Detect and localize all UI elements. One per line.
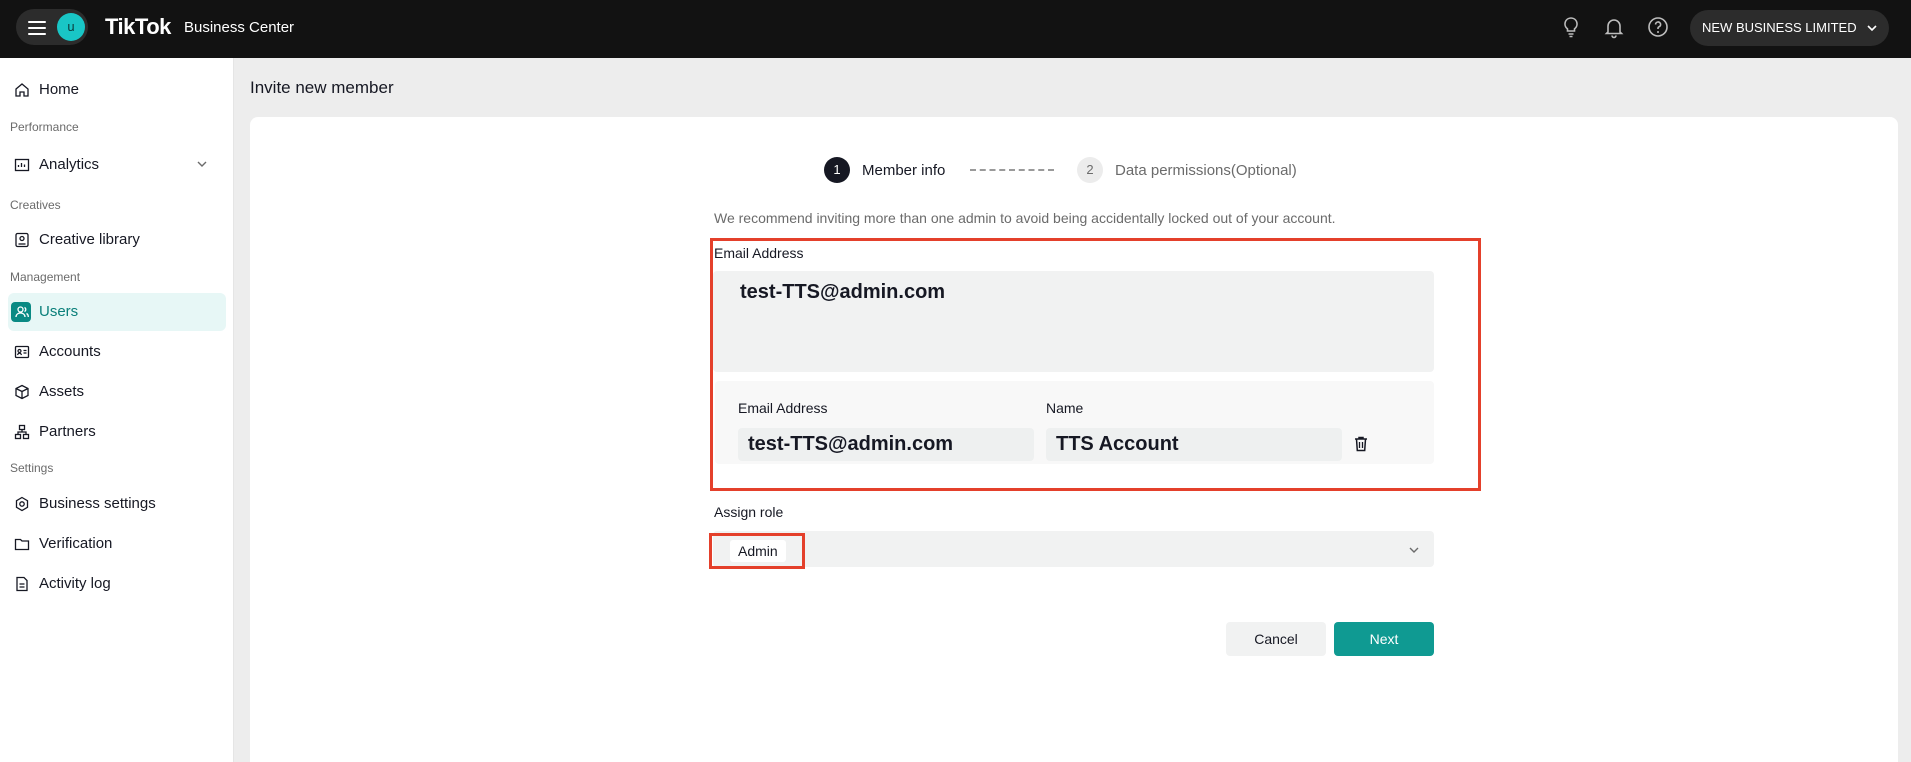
creative-library-icon bbox=[15, 232, 29, 248]
stepper-divider bbox=[970, 169, 1054, 171]
sidebar-item-users[interactable]: Users bbox=[8, 293, 226, 331]
row-name-label: Name bbox=[1046, 400, 1084, 416]
avatar[interactable]: u bbox=[57, 13, 85, 41]
highlight-role-tag bbox=[709, 533, 805, 569]
sidebar-item-analytics[interactable]: Analytics bbox=[8, 146, 226, 184]
sidebar-item-label: Analytics bbox=[39, 156, 100, 173]
chevron-down-icon bbox=[1867, 25, 1877, 32]
admin-hint: We recommend inviting more than one admi… bbox=[714, 210, 1336, 226]
business-switcher[interactable]: NEW BUSINESS LIMITED bbox=[1690, 10, 1889, 46]
sidebar-item-activity-log[interactable]: Activity log bbox=[8, 565, 226, 603]
cube-icon bbox=[15, 384, 29, 400]
email-label: Email Address bbox=[714, 245, 804, 261]
gear-icon bbox=[15, 496, 29, 512]
email-textarea[interactable]: test-TTS@admin.com bbox=[713, 271, 1434, 372]
sidebar-item-label: Business settings bbox=[39, 495, 156, 512]
home-icon bbox=[15, 83, 29, 97]
cancel-button[interactable]: Cancel bbox=[1226, 622, 1326, 656]
top-bar: u TikTok Business Center NEW BUSINESS LI… bbox=[0, 0, 1911, 58]
section-settings: Settings bbox=[10, 461, 54, 475]
analytics-icon bbox=[14, 158, 30, 172]
hamburger-icon[interactable] bbox=[28, 21, 46, 35]
users-icon bbox=[15, 306, 29, 318]
sidebar: Home Performance Analytics Creatives Cre… bbox=[0, 58, 234, 762]
sidebar-item-assets[interactable]: Assets bbox=[8, 373, 226, 411]
accounts-icon bbox=[14, 345, 30, 359]
sidebar-item-accounts[interactable]: Accounts bbox=[8, 333, 226, 371]
sidebar-item-label: Users bbox=[39, 303, 79, 320]
sidebar-item-creative-library[interactable]: Creative library bbox=[8, 221, 226, 259]
lightbulb-icon[interactable] bbox=[1559, 15, 1583, 39]
sidebar-item-label: Verification bbox=[39, 535, 113, 552]
sidebar-item-label: Activity log bbox=[39, 575, 111, 592]
row-name-input[interactable]: TTS Account bbox=[1046, 428, 1342, 461]
sidebar-item-label: Creative library bbox=[39, 231, 140, 248]
sidebar-item-verification[interactable]: Verification bbox=[8, 525, 226, 563]
step-2-number: 2 bbox=[1077, 157, 1103, 183]
logo-subtitle: Business Center bbox=[184, 19, 295, 36]
business-name: NEW BUSINESS LIMITED bbox=[1702, 20, 1857, 35]
row-email-input[interactable]: test-TTS@admin.com bbox=[738, 428, 1034, 461]
next-button[interactable]: Next bbox=[1334, 622, 1434, 656]
help-icon[interactable] bbox=[1646, 15, 1670, 39]
chevron-down-icon[interactable] bbox=[196, 158, 208, 170]
sidebar-item-label: Home bbox=[39, 81, 80, 98]
trash-icon[interactable] bbox=[1354, 436, 1368, 452]
page-title: Invite new member bbox=[250, 78, 394, 97]
document-icon bbox=[16, 576, 28, 592]
role-select[interactable] bbox=[713, 531, 1434, 567]
sidebar-item-label: Partners bbox=[39, 423, 96, 440]
sidebar-item-business-settings[interactable]: Business settings bbox=[8, 485, 226, 523]
assign-role-label: Assign role bbox=[714, 504, 784, 520]
section-creatives: Creatives bbox=[10, 198, 61, 212]
step-2-label: Data permissions(Optional) bbox=[1115, 162, 1297, 179]
partners-icon bbox=[14, 424, 30, 440]
row-name-value: TTS Account bbox=[1056, 433, 1179, 455]
step-1-number: 1 bbox=[824, 157, 850, 183]
section-management: Management bbox=[10, 270, 81, 284]
section-performance: Performance bbox=[10, 120, 79, 134]
sidebar-item-partners[interactable]: Partners bbox=[8, 413, 226, 451]
step-1-label: Member info bbox=[862, 162, 946, 179]
logo: TikTok bbox=[105, 14, 171, 39]
email-textarea-value: test-TTS@admin.com bbox=[740, 281, 946, 303]
sidebar-item-label: Accounts bbox=[39, 343, 101, 360]
sidebar-item-home[interactable]: Home bbox=[8, 71, 226, 109]
menu-toggle[interactable]: u bbox=[16, 9, 88, 45]
row-email-value: test-TTS@admin.com bbox=[748, 433, 954, 455]
folder-icon bbox=[14, 538, 30, 551]
sidebar-item-label: Assets bbox=[39, 383, 85, 400]
row-email-label: Email Address bbox=[738, 400, 828, 416]
bell-icon[interactable] bbox=[1602, 15, 1626, 39]
chevron-down-icon[interactable] bbox=[1408, 544, 1420, 556]
